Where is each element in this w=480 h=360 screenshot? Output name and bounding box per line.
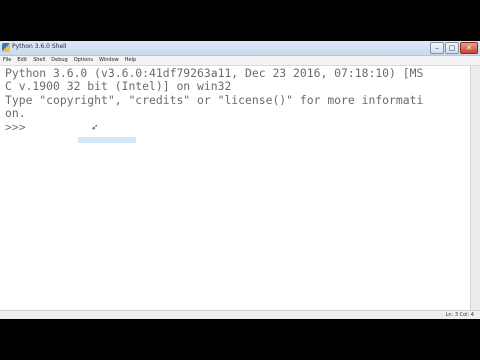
menu-bar: File Edit Shell Debug Options Window Hel… — [0, 56, 480, 66]
menu-debug[interactable]: Debug — [48, 56, 70, 65]
shell-prompt[interactable]: >>> — [5, 121, 32, 134]
menu-file[interactable]: File — [0, 56, 14, 65]
banner-line-2: C v.1900 32 bit (Intel)] on win32 — [5, 79, 232, 93]
minimize-button[interactable]: – — [430, 42, 444, 54]
window-title: Python 3.6.0 Shell — [12, 43, 67, 50]
banner-line-4: on. — [5, 106, 26, 120]
cursor-position: Ln: 3 Col: 4 — [445, 312, 474, 318]
menu-window[interactable]: Window — [96, 56, 122, 65]
mouse-cursor-icon: ➶ — [91, 123, 99, 133]
window-controls: – □ ✕ — [430, 42, 478, 54]
banner-line-3: Type "copyright", "credits" or "license(… — [5, 93, 424, 107]
letterbox-top — [0, 0, 480, 41]
menu-options[interactable]: Options — [71, 56, 96, 65]
menu-help[interactable]: Help — [122, 56, 139, 65]
idle-shell-window: Python 3.6.0 Shell – □ ✕ File Edit Shell… — [0, 41, 480, 319]
menu-shell[interactable]: Shell — [30, 56, 48, 65]
text-selection-highlight — [78, 137, 136, 143]
title-bar[interactable]: Python 3.6.0 Shell – □ ✕ — [0, 41, 480, 56]
close-button[interactable]: ✕ — [460, 42, 478, 54]
status-bar: Ln: 3 Col: 4 — [0, 310, 480, 319]
maximize-button[interactable]: □ — [445, 42, 459, 54]
menu-edit[interactable]: Edit — [14, 56, 30, 65]
letterbox-bottom — [0, 319, 480, 360]
vertical-scrollbar[interactable] — [470, 66, 480, 310]
python-app-icon — [2, 43, 10, 52]
shell-text-area[interactable]: Python 3.6.0 (v3.6.0:41df79263a11, Dec 2… — [0, 66, 470, 310]
